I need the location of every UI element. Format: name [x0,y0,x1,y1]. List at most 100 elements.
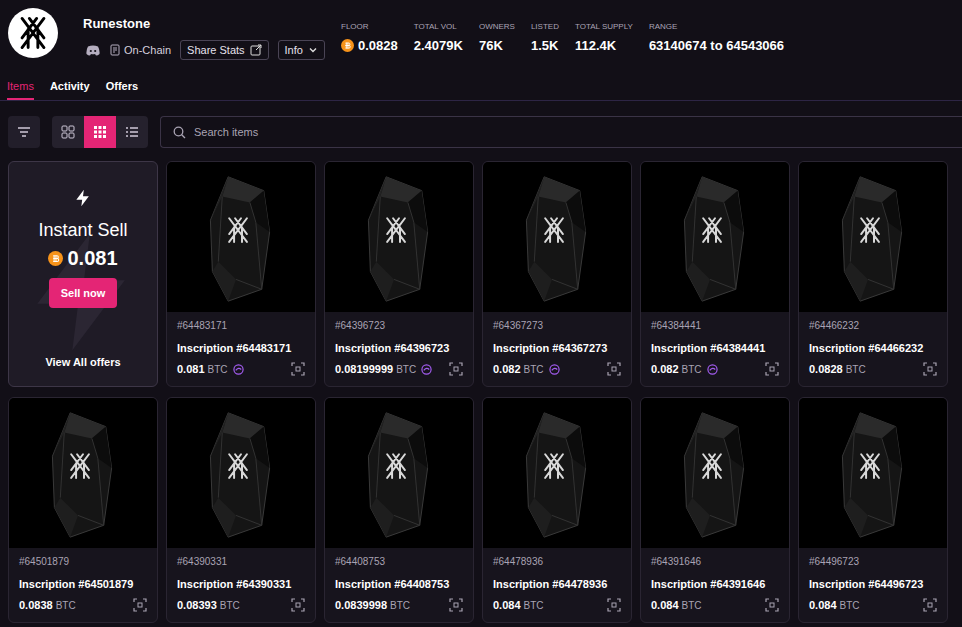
large-grid-icon [61,125,75,139]
item-card[interactable]: #64408753 Inscription #64408753 0.083999… [324,397,474,623]
small-grid-icon [93,125,107,139]
scan-icon[interactable] [449,598,463,612]
share-icon [250,44,262,56]
scan-icon[interactable] [607,362,621,376]
share-stats-button[interactable]: Share Stats [180,40,268,60]
scan-icon[interactable] [449,362,463,376]
info-button[interactable]: Info [278,40,325,60]
item-image [799,162,947,312]
collection-stats: FLOOR 0.0828TOTAL VOL 2.4079KOWNERS 76KL… [341,22,784,53]
item-currency: BTC [56,600,76,611]
item-card[interactable]: #64483171 Inscription #64483171 0.081 BT… [166,161,316,387]
item-price: 0.084 [809,599,837,611]
item-price: 0.082 [651,363,679,375]
instant-sell-price: 0.081 [48,247,117,270]
item-number: #64408753 [335,556,463,567]
item-price: 0.08393 [177,599,217,611]
item-card[interactable]: #64396723 Inscription #64396723 0.081999… [324,161,474,387]
item-info: #64478936 Inscription #64478936 0.084 BT… [483,548,631,620]
item-info: #64466232 Inscription #64466232 0.0828 B… [799,312,947,384]
item-number: #64496723 [809,556,937,567]
tab[interactable]: Items [7,80,34,100]
scan-icon[interactable] [923,362,937,376]
item-name: Inscription #64466232 [809,342,937,354]
tab[interactable]: Activity [50,80,90,100]
stat: FLOOR 0.0828 [341,22,398,53]
item-card[interactable]: #64391646 Inscription #64391646 0.084 BT… [640,397,790,623]
item-image [483,398,631,548]
stat: LISTED 1.5K [531,22,559,53]
item-name: Inscription #64501879 [19,578,147,590]
item-image [483,162,631,312]
stat-label: RANGE [649,22,784,31]
scan-icon[interactable] [291,598,305,612]
marketplace-badge-icon [421,364,432,375]
item-card[interactable]: #64466232 Inscription #64466232 0.0828 B… [798,161,948,387]
item-info: #64391646 Inscription #64391646 0.084 BT… [641,548,789,620]
item-name: Inscription #64384441 [651,342,779,354]
runestone-image-icon [167,398,315,548]
item-image [641,398,789,548]
item-card[interactable]: #64384441 Inscription #64384441 0.082 BT… [640,161,790,387]
stat: TOTAL VOL 2.4079K [414,22,463,53]
runestone-image-icon [325,162,473,312]
runestone-image-icon [167,162,315,312]
item-price-row: 0.0839998 BTC [335,598,463,612]
item-name: Inscription #64496723 [809,578,937,590]
view-all-offers-link[interactable]: View All offers [45,356,120,368]
lightning-icon [73,186,93,210]
view-mode-button[interactable] [52,116,84,148]
toolbar: Search items [0,116,962,148]
stat: RANGE 63140674 to 64543066 [649,22,784,53]
marketplace-badge-icon [233,364,244,375]
stat-value: 63140674 to 64543066 [649,38,784,53]
item-number: #64367273 [493,320,621,331]
discord-icon[interactable] [86,45,100,56]
scan-icon[interactable] [923,598,937,612]
runestone-image-icon [799,162,947,312]
item-card[interactable]: #64496723 Inscription #64496723 0.084 BT… [798,397,948,623]
search-field[interactable]: Search items [160,116,962,148]
view-mode-button[interactable] [116,116,148,148]
stat-value: 2.4079K [414,38,463,53]
collection-meta: On-Chain Share Stats Info [86,40,341,60]
sell-now-button[interactable]: Sell now [49,278,118,308]
item-name: Inscription #64390331 [177,578,305,590]
scan-icon[interactable] [291,362,305,376]
stat-value: 76K [479,38,515,53]
scan-icon[interactable] [765,362,779,376]
bitcoin-icon [48,251,63,266]
list-icon [125,125,139,139]
item-number: #64390331 [177,556,305,567]
scan-icon[interactable] [133,598,147,612]
search-icon [173,126,186,139]
item-currency: BTC [396,364,416,375]
item-number: #64501879 [19,556,147,567]
view-mode-button[interactable] [84,116,116,148]
instant-sell-card: Instant Sell 0.081 Sell now View All off… [8,161,158,387]
item-image [9,398,157,548]
item-number: #64483171 [177,320,305,331]
item-price: 0.082 [493,363,521,375]
stat-label: FLOOR [341,22,398,31]
item-card[interactable]: #64390331 Inscription #64390331 0.08393 … [166,397,316,623]
item-image [799,398,947,548]
runestone-image-icon [641,162,789,312]
item-price-row: 0.084 BTC [651,598,779,612]
item-price: 0.081 [177,363,205,375]
items-grid: Instant Sell 0.081 Sell now View All off… [0,161,962,623]
item-info: #64396723 Inscription #64396723 0.081999… [325,312,473,384]
filter-button[interactable] [8,116,40,148]
item-image [167,398,315,548]
item-info: #64390331 Inscription #64390331 0.08393 … [167,548,315,620]
item-card[interactable]: #64478936 Inscription #64478936 0.084 BT… [482,397,632,623]
marketplace-page: Runestone On-Chain Share Stats Info FLOO… [0,0,962,627]
tab[interactable]: Offers [106,80,138,100]
scan-icon[interactable] [765,598,779,612]
item-card[interactable]: #64501879 Inscription #64501879 0.0838 B… [8,397,158,623]
item-card[interactable]: #64367273 Inscription #64367273 0.082 BT… [482,161,632,387]
scan-icon[interactable] [607,598,621,612]
item-number: #64384441 [651,320,779,331]
item-price-row: 0.0838 BTC [19,598,147,612]
marketplace-badge-icon [549,364,560,375]
